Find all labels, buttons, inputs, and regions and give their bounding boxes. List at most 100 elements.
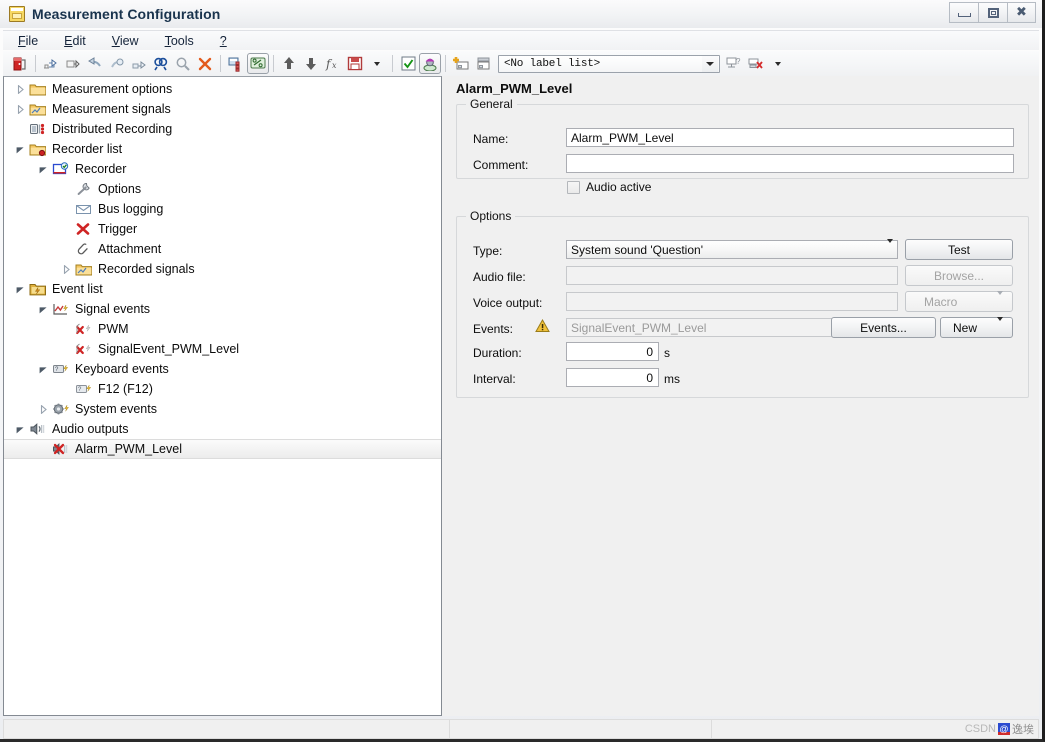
move-up-icon bbox=[284, 57, 294, 69]
type-label: Type: bbox=[473, 244, 503, 258]
tree-expander-expanded[interactable] bbox=[12, 420, 29, 438]
zoom-button[interactable] bbox=[172, 53, 194, 74]
chevron-right-icon bbox=[40, 404, 47, 414]
menu-item-view[interactable]: View bbox=[110, 33, 141, 49]
watermark-text: 逸埃 bbox=[1012, 723, 1034, 736]
move-down-button[interactable] bbox=[300, 53, 322, 74]
user-profile-button[interactable] bbox=[419, 53, 441, 74]
chevron-right-icon bbox=[17, 84, 24, 94]
link-icon bbox=[132, 60, 146, 69]
tree-item[interactable]: Options bbox=[4, 179, 441, 199]
app-window-icon bbox=[9, 6, 25, 22]
tree-item[interactable]: Event list bbox=[4, 279, 441, 299]
find-icon bbox=[154, 57, 168, 70]
export-setup-button[interactable] bbox=[62, 53, 84, 74]
tree-item[interactable]: System events bbox=[4, 399, 441, 419]
menu-item-edit[interactable]: Edit bbox=[62, 33, 88, 49]
tree-item-selected[interactable]: Alarm_PWM_Level bbox=[4, 439, 441, 459]
tree-item[interactable]: Recorded signals bbox=[4, 259, 441, 279]
tree-expander-expanded[interactable] bbox=[12, 280, 29, 298]
duration-input[interactable]: 0 bbox=[566, 342, 659, 361]
save-button[interactable] bbox=[344, 53, 366, 74]
tree-item[interactable]: Recorder list bbox=[4, 139, 441, 159]
tree-expander-expanded[interactable] bbox=[12, 140, 29, 158]
tree-item-label: Keyboard events bbox=[75, 362, 169, 376]
menu-item-file[interactable]: File bbox=[16, 33, 40, 49]
redo-button[interactable] bbox=[106, 53, 128, 74]
menu-item-tools[interactable]: Tools bbox=[163, 33, 196, 49]
tree-expander-collapsed[interactable] bbox=[58, 260, 75, 278]
tree-expander-expanded[interactable] bbox=[35, 360, 52, 378]
restore-button[interactable] bbox=[978, 2, 1007, 23]
function-button[interactable]: f x bbox=[322, 53, 344, 74]
database-button[interactable] bbox=[225, 53, 247, 74]
new-button[interactable]: New bbox=[940, 316, 1013, 338]
tree-item[interactable]: Measurement signals bbox=[4, 99, 441, 119]
tree-expander-collapsed[interactable] bbox=[35, 400, 52, 418]
tree-expander-collapsed[interactable] bbox=[12, 100, 29, 118]
save-dropdown-button[interactable] bbox=[366, 53, 388, 74]
tree-expander-expanded[interactable] bbox=[35, 160, 52, 178]
tree-item[interactable]: ? Keyboard events bbox=[4, 359, 441, 379]
toolbar-separator bbox=[220, 55, 221, 72]
symbol-mapping-button[interactable] bbox=[247, 53, 269, 74]
application-window: Measurement Configuration ✖ File Edit Vi… bbox=[0, 0, 1045, 742]
watermark-badge: @ bbox=[998, 723, 1010, 735]
tree-expander-none bbox=[58, 320, 75, 338]
audio-active-checkbox[interactable]: Audio active bbox=[567, 180, 651, 194]
edit-label-button[interactable] bbox=[472, 53, 494, 74]
label-list-dropdown-arrow[interactable] bbox=[702, 55, 718, 72]
interval-label: Interval: bbox=[473, 372, 516, 386]
options-legend: Options bbox=[466, 209, 516, 223]
tree-item[interactable]: SignalEvent_PWM_Level bbox=[4, 339, 441, 359]
minimize-button[interactable] bbox=[949, 2, 978, 23]
save-icon bbox=[347, 56, 363, 71]
add-label-button[interactable] bbox=[450, 53, 472, 74]
signal-events-icon bbox=[52, 301, 70, 317]
menu-mnemonic-edit: E bbox=[64, 33, 73, 48]
tree-expander-expanded[interactable] bbox=[35, 300, 52, 318]
interval-input[interactable]: 0 bbox=[566, 368, 659, 387]
exit-button[interactable] bbox=[9, 53, 31, 74]
tree-item[interactable]: ? F12 (F12) bbox=[4, 379, 441, 399]
tree-expander-none bbox=[58, 200, 75, 218]
tree-item[interactable]: Bus logging bbox=[4, 199, 441, 219]
undo-button[interactable] bbox=[84, 53, 106, 74]
folder-signals-icon bbox=[75, 261, 93, 277]
tree-expander-collapsed[interactable] bbox=[12, 80, 29, 98]
comment-input[interactable] bbox=[566, 154, 1014, 173]
keyboard-events-icon: ? bbox=[52, 361, 70, 377]
test-button[interactable]: Test bbox=[905, 239, 1013, 260]
menu-item-help[interactable]: ? bbox=[218, 33, 229, 49]
duration-label: Duration: bbox=[473, 346, 522, 360]
move-up-button[interactable] bbox=[278, 53, 300, 74]
tree-item[interactable]: Audio outputs bbox=[4, 419, 441, 439]
delete-button[interactable] bbox=[194, 53, 216, 74]
tree-item[interactable]: Attachment bbox=[4, 239, 441, 259]
tree-item[interactable]: Recorder bbox=[4, 159, 441, 179]
delete-icon bbox=[198, 57, 212, 70]
audio-file-input[interactable] bbox=[566, 266, 898, 285]
close-button[interactable]: ✖ bbox=[1007, 2, 1036, 23]
browse-button[interactable]: Browse... bbox=[905, 265, 1013, 286]
import-setup-button[interactable] bbox=[40, 53, 62, 74]
tree-item[interactable]: Measurement options bbox=[4, 79, 441, 99]
tree-item[interactable]: Distributed Recording bbox=[4, 119, 441, 139]
tree-item[interactable]: Signal events bbox=[4, 299, 441, 319]
tree-item[interactable]: PWM bbox=[4, 319, 441, 339]
label-options-dropdown-button[interactable] bbox=[767, 53, 789, 74]
window-title: Measurement Configuration bbox=[32, 6, 221, 22]
macro-button[interactable]: Macro bbox=[905, 290, 1013, 312]
remove-label-button[interactable] bbox=[745, 53, 767, 74]
events-button[interactable]: Events... bbox=[831, 317, 936, 338]
validate-button[interactable] bbox=[397, 53, 419, 74]
link-button[interactable] bbox=[128, 53, 150, 74]
tree-item[interactable]: Trigger bbox=[4, 219, 441, 239]
type-combobox[interactable]: System sound 'Question' bbox=[566, 238, 898, 259]
assign-label-button[interactable]: ? bbox=[723, 53, 745, 74]
voice-output-input[interactable] bbox=[566, 292, 898, 311]
find-button[interactable] bbox=[150, 53, 172, 74]
label-list-combobox[interactable]: <No label list> bbox=[498, 54, 720, 73]
configuration-tree-panel[interactable]: Measurement options Measurement signals Di… bbox=[3, 76, 442, 716]
name-input[interactable]: Alarm_PWM_Level bbox=[566, 128, 1014, 147]
